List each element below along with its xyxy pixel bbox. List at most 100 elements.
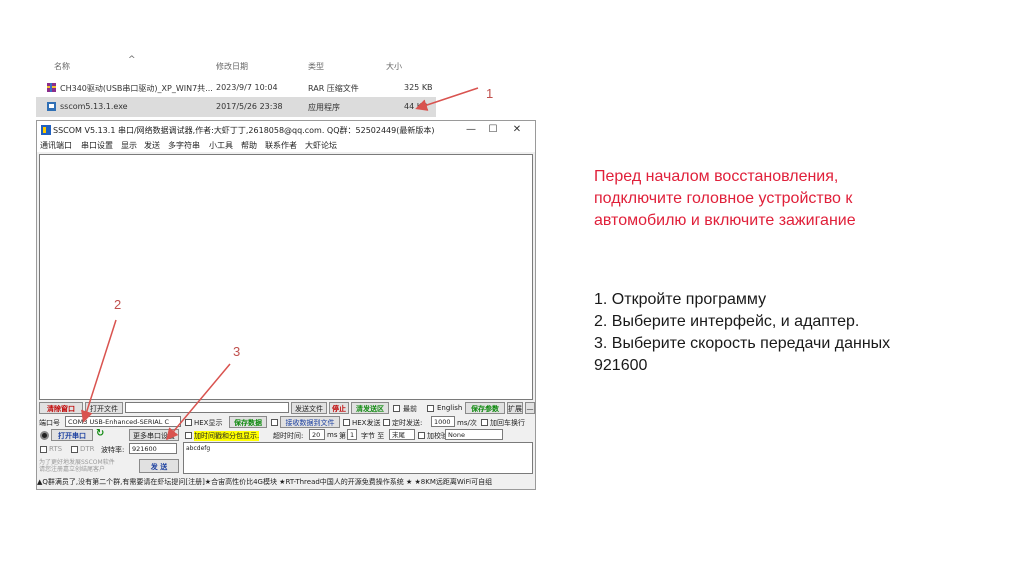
expand-button[interactable]: 扩展 xyxy=(507,402,523,414)
refresh-icon[interactable]: ↻ xyxy=(96,428,104,439)
port-select[interactable]: COM3 USB-Enhanced-SERIAL C xyxy=(65,416,181,427)
hex-display-label: HEX显示 xyxy=(194,419,223,427)
file-date: 2017/5/26 23:38 xyxy=(216,102,283,111)
menu-contact[interactable]: 联系作者 xyxy=(265,140,297,151)
file-row-ch340[interactable]: CH340驱动(USB串口驱动)_XP_WIN7共... 2023/9/7 10… xyxy=(36,78,436,98)
title-bar: SSCOM V5.13.1 串口/网络数据调试器,作者:大虾丁丁,2618058… xyxy=(37,121,535,139)
topmost-label: 最前 xyxy=(403,405,417,413)
menu-display[interactable]: 显示 xyxy=(121,140,137,151)
steps-list: 1. Откройте программу 2. Выберите интерф… xyxy=(594,289,934,377)
recv-to-file-checkbox[interactable] xyxy=(271,419,278,426)
sscom-window: SSCOM V5.13.1 串口/网络数据调试器,作者:大虾丁丁,2618058… xyxy=(36,120,536,490)
timeout-unit: ms xyxy=(327,431,338,439)
warning-note: Перед началом восстановления, подключите… xyxy=(594,166,924,232)
step-3-marker: 3 xyxy=(233,344,241,359)
add-crlf-label: 加回车换行 xyxy=(490,419,525,427)
file-name: CH340驱动(USB串口驱动)_XP_WIN7共... xyxy=(60,84,213,93)
english-checkbox[interactable] xyxy=(427,405,434,412)
stop-button[interactable]: 停止 xyxy=(329,402,349,414)
step-1-marker: 1 xyxy=(486,86,494,101)
save-params-button[interactable]: 保存参数 xyxy=(465,402,505,414)
open-port-button[interactable]: 打开串口 xyxy=(51,429,93,441)
file-date: 2023/9/7 10:04 xyxy=(216,83,278,92)
port-label: 端口号 xyxy=(39,419,60,427)
file-type: 应用程序 xyxy=(308,103,340,112)
rts-label: RTS xyxy=(49,445,63,453)
menu-forum[interactable]: 大虾论坛 xyxy=(305,140,337,151)
minimize-icon[interactable]: — xyxy=(461,123,481,137)
menu-help[interactable]: 帮助 xyxy=(241,140,257,151)
maximize-icon[interactable]: ☐ xyxy=(483,123,503,137)
clear-window-button[interactable]: 清除窗口 xyxy=(39,402,83,414)
collapse-button[interactable]: — xyxy=(525,402,535,414)
baud-label: 波特率: xyxy=(101,446,125,454)
exe-app-icon xyxy=(47,102,56,111)
column-name-header[interactable]: 名称 xyxy=(54,61,70,72)
promo-text: 为了更好地发展SSCOM软件 请您注册嘉立创结尾客户 xyxy=(39,459,115,473)
menu-comm-port[interactable]: 通讯端口 xyxy=(40,140,72,151)
timestamp-checkbox[interactable] xyxy=(185,432,192,439)
dtr-checkbox[interactable] xyxy=(71,446,78,453)
file-size: 44 KB xyxy=(404,102,428,111)
column-size-header[interactable]: 大小 xyxy=(386,61,402,72)
column-type-header[interactable]: 类型 xyxy=(308,61,324,72)
menu-bar: 通讯端口 串口设置 显示 发送 多字符串 小工具 帮助 联系作者 大虾论坛 xyxy=(37,139,535,152)
status-bar: ▲Q群满员了,没有第二个群,有需要请在虾坛提问[注册]★合宙高性价比4G模块 ★… xyxy=(37,477,535,489)
english-label: English xyxy=(437,404,463,412)
open-file-button[interactable]: 打开文件 xyxy=(85,402,123,414)
end-select[interactable]: 末尾 xyxy=(389,429,415,440)
checksum-checkbox[interactable] xyxy=(418,432,425,439)
topmost-checkbox[interactable] xyxy=(393,405,400,412)
save-data-button[interactable]: 保存数据 xyxy=(229,416,267,428)
checksum-select[interactable]: None xyxy=(445,429,503,440)
menu-send[interactable]: 发送 xyxy=(144,140,160,151)
timed-send-label: 定时发送: xyxy=(392,419,423,427)
hex-send-label: HEX发送 xyxy=(352,419,381,427)
receive-area[interactable] xyxy=(39,154,533,400)
step-item: 2. Выберите интерфейс, и адаптер. xyxy=(594,313,860,330)
port-status-icon xyxy=(40,431,49,440)
hex-display-checkbox[interactable] xyxy=(185,419,192,426)
baud-select[interactable]: 921600 xyxy=(129,443,177,454)
hex-send-checkbox[interactable] xyxy=(343,419,350,426)
timeout-label: 超时时间: xyxy=(273,432,304,440)
send-button[interactable]: 发 送 xyxy=(139,459,179,473)
app-icon xyxy=(41,125,51,135)
file-name: sscom5.13.1.exe xyxy=(60,102,128,111)
timestamp-label: 加时间戳和分包显示. xyxy=(194,431,260,441)
nth-input[interactable]: 1 xyxy=(347,429,357,440)
interval-input[interactable]: 1000 xyxy=(431,416,455,427)
timed-send-checkbox[interactable] xyxy=(383,419,390,426)
clear-send-button[interactable]: 清发送区 xyxy=(351,402,389,414)
file-row-sscom[interactable]: sscom5.13.1.exe 2017/5/26 23:38 应用程序 44 … xyxy=(36,97,436,117)
send-input[interactable]: abcdefg xyxy=(183,442,533,474)
rts-checkbox[interactable] xyxy=(40,446,47,453)
menu-multi-string[interactable]: 多字符串 xyxy=(168,140,200,151)
recv-to-file-button[interactable]: 接收数据到文件 xyxy=(280,416,340,428)
nth-label: 第 xyxy=(339,432,346,440)
byte-to-label: 字节 至 xyxy=(361,432,385,440)
menu-tools[interactable]: 小工具 xyxy=(209,140,233,151)
sort-arrow-icon: ^ xyxy=(128,55,136,65)
file-list-header: 名称 修改日期 类型 大小 ^ xyxy=(36,55,534,74)
send-file-button[interactable]: 发送文件 xyxy=(291,402,327,414)
timeout-input[interactable]: 20 xyxy=(309,429,325,440)
more-settings-button[interactable]: 更多串口设置 xyxy=(129,429,179,441)
close-icon[interactable]: ✕ xyxy=(507,123,527,137)
window-title: SSCOM V5.13.1 串口/网络数据调试器,作者:大虾丁丁,2618058… xyxy=(53,126,435,135)
add-crlf-checkbox[interactable] xyxy=(481,419,488,426)
interval-unit: ms/次 xyxy=(457,419,477,427)
file-size: 325 KB xyxy=(404,83,433,92)
warning-line: подключите головное устройство к xyxy=(594,190,853,207)
file-type: RAR 压缩文件 xyxy=(308,84,359,93)
dtr-label: DTR xyxy=(80,445,95,453)
file-path-field[interactable] xyxy=(125,402,289,413)
step-item: 1. Откройте программу xyxy=(594,291,767,308)
menu-serial-settings[interactable]: 串口设置 xyxy=(81,140,113,151)
warning-line: автомобилю и включите зажигание xyxy=(594,212,856,229)
step-2-marker: 2 xyxy=(114,297,122,312)
warning-line: Перед началом восстановления, xyxy=(594,168,839,185)
step-item: 3. Выберите скорость передачи данных xyxy=(594,335,891,352)
rar-archive-icon xyxy=(47,83,56,92)
column-date-header[interactable]: 修改日期 xyxy=(216,61,248,72)
